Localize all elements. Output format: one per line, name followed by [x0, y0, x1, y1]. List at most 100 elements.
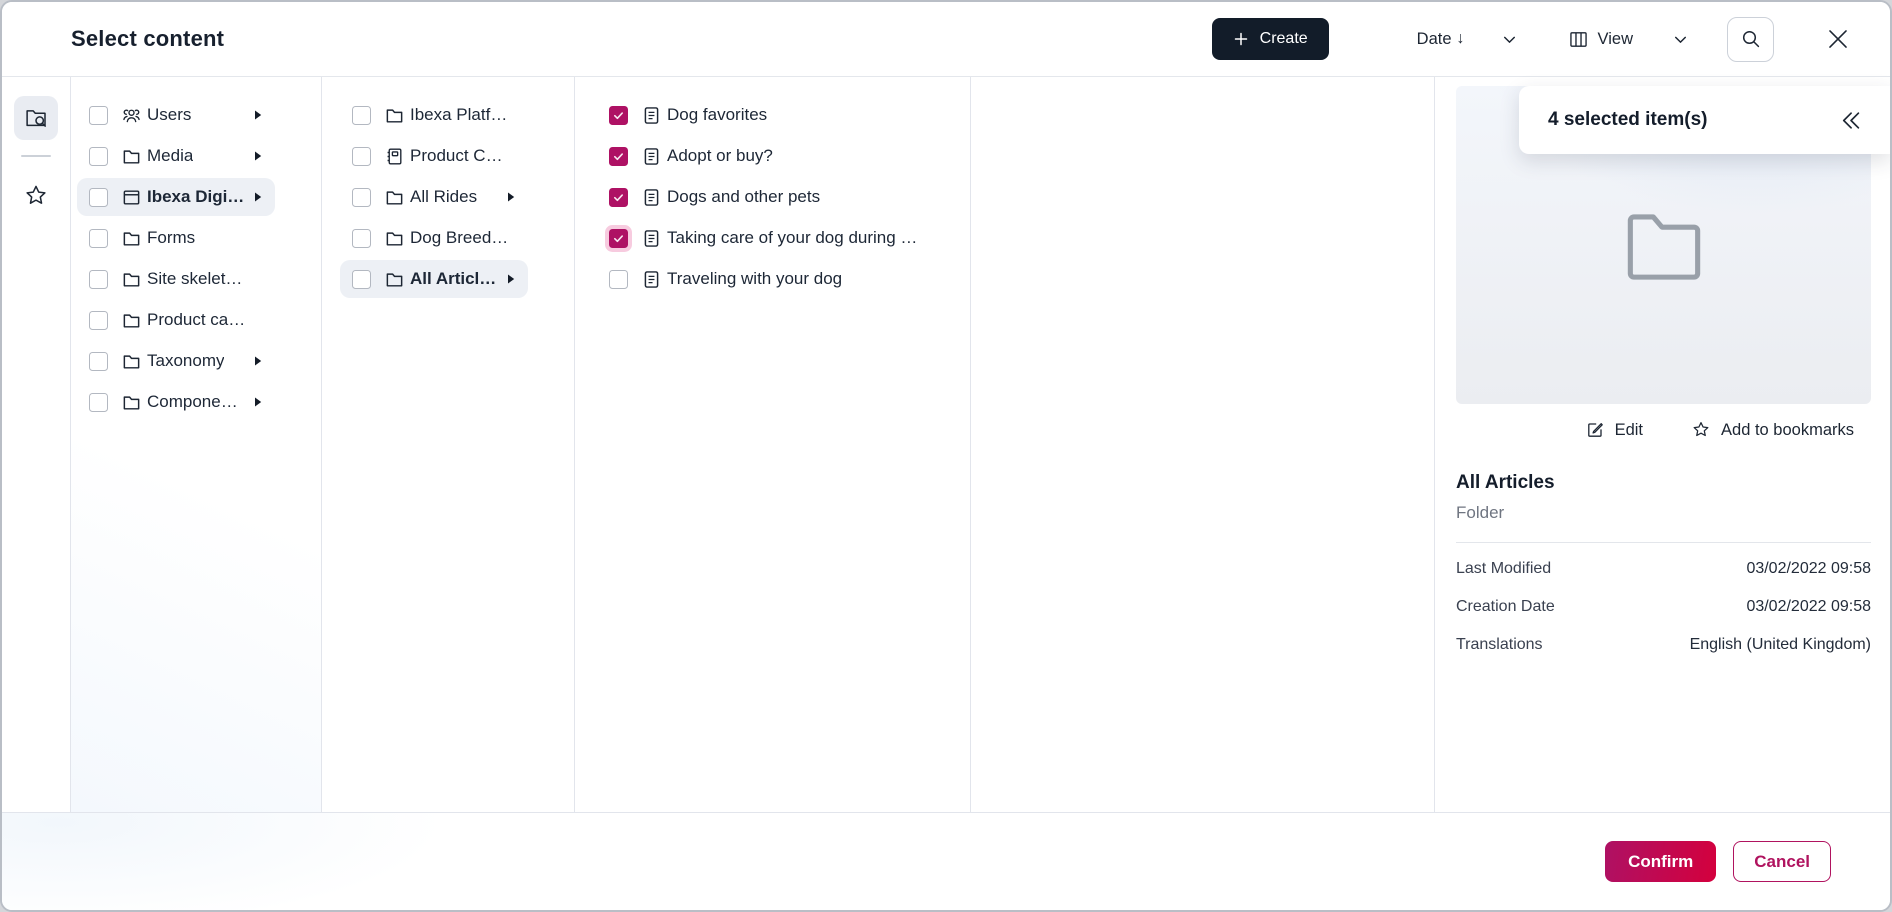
- search-icon: [1740, 28, 1762, 50]
- tree-item[interactable]: All Articles: [340, 260, 528, 298]
- folder-icon: [121, 269, 142, 290]
- tree-item[interactable]: All Rides: [340, 178, 528, 216]
- tree-item[interactable]: Taking care of your dog during …: [597, 219, 962, 257]
- checkbox[interactable]: [609, 147, 628, 166]
- tree-item-label: Users: [147, 105, 191, 125]
- article-icon: [641, 228, 662, 249]
- select-content-modal: Select content Create Date ↓ View: [0, 0, 1892, 912]
- edit-button[interactable]: Edit: [1585, 420, 1643, 440]
- tree-item-label: Dogs and other pets: [667, 187, 820, 207]
- confirm-button[interactable]: Confirm: [1605, 841, 1716, 882]
- search-button[interactable]: [1727, 17, 1774, 62]
- checkbox[interactable]: [89, 393, 108, 412]
- chevron-right-icon: [245, 150, 263, 162]
- folder-icon: [121, 228, 142, 249]
- star-icon: [23, 183, 49, 209]
- checkbox[interactable]: [89, 352, 108, 371]
- meta-value: 03/02/2022 09:58: [1746, 560, 1871, 578]
- folder-icon: [121, 310, 142, 331]
- checkbox[interactable]: [89, 311, 108, 330]
- tree-item-label: Site skelet…: [147, 269, 242, 289]
- checkbox[interactable]: [352, 270, 371, 289]
- checkbox[interactable]: [89, 188, 108, 207]
- folder-icon: [384, 187, 405, 208]
- chevron-right-icon: [245, 355, 263, 367]
- tree-item[interactable]: Product ca…: [77, 301, 275, 339]
- tree-item[interactable]: Adopt or buy?: [597, 137, 962, 175]
- tree-item[interactable]: Site skelet…: [77, 260, 275, 298]
- folder-icon: [384, 105, 405, 126]
- tree-item-label: Ibexa Platf…: [410, 105, 507, 125]
- article-icon: [641, 269, 662, 290]
- checkbox[interactable]: [89, 147, 108, 166]
- checkbox[interactable]: [609, 188, 628, 207]
- close-icon: [1823, 24, 1853, 54]
- folder-icon: [121, 392, 142, 413]
- cancel-button[interactable]: Cancel: [1733, 841, 1831, 882]
- edit-icon: [1585, 420, 1605, 440]
- modal-header: Select content Create Date ↓ View: [2, 2, 1890, 77]
- tree-item-label: Dog favorites: [667, 105, 767, 125]
- content-meta: All Articles Folder Last Modified 03/02/…: [1456, 472, 1871, 664]
- checkbox[interactable]: [352, 229, 371, 248]
- checkbox[interactable]: [609, 229, 628, 248]
- sort-direction-icon: ↓: [1457, 30, 1465, 48]
- checkbox[interactable]: [352, 188, 371, 207]
- browse-content-tab[interactable]: [14, 96, 58, 140]
- tree-item[interactable]: Forms: [77, 219, 275, 257]
- meta-label: Translations: [1456, 636, 1543, 654]
- bookmarks-tab[interactable]: [14, 174, 58, 218]
- tree-item[interactable]: Dogs and other pets: [597, 178, 962, 216]
- article-icon: [641, 146, 662, 167]
- checkbox[interactable]: [89, 106, 108, 125]
- add-to-bookmarks-button[interactable]: Add to bookmarks: [1691, 420, 1854, 440]
- close-button[interactable]: [1820, 21, 1856, 57]
- tree-item-label: All Articles: [410, 269, 498, 289]
- chevron-right-icon: [245, 396, 263, 408]
- create-button[interactable]: Create: [1212, 18, 1329, 60]
- double-chevron-left-icon: [1837, 107, 1864, 134]
- folder-icon: [1613, 194, 1715, 296]
- tree-item[interactable]: Ibexa Digi…: [77, 178, 275, 216]
- tree-item[interactable]: Traveling with your dog: [597, 260, 962, 298]
- tree-item-label: Compone…: [147, 392, 238, 412]
- tree-item[interactable]: Compone…: [77, 383, 275, 421]
- collapse-panel-button[interactable]: [1837, 107, 1864, 134]
- tree-item-label: Taking care of your dog during …: [667, 228, 917, 248]
- tree-item[interactable]: Taxonomy: [77, 342, 275, 380]
- checkbox[interactable]: [89, 270, 108, 289]
- tree-item-label: Dog Breed…: [410, 228, 508, 248]
- checkbox[interactable]: [352, 106, 371, 125]
- tree-item-label: Ibexa Digi…: [147, 187, 244, 207]
- tree-item-label: Traveling with your dog: [667, 269, 842, 289]
- view-dropdown-label: View: [1598, 30, 1633, 49]
- tree-item-label: Product ca…: [147, 310, 245, 330]
- chevron-down-icon: [1501, 31, 1518, 48]
- tree-item[interactable]: Dog Breed…: [340, 219, 528, 257]
- view-dropdown[interactable]: View: [1568, 29, 1689, 50]
- meta-row: Creation Date 03/02/2022 09:58: [1456, 588, 1871, 626]
- tree-column-4: [971, 77, 1435, 812]
- tree-item[interactable]: Dog favorites: [597, 96, 962, 134]
- rail-divider: [21, 155, 51, 157]
- checkbox[interactable]: [609, 106, 628, 125]
- sort-dropdown-label: Date: [1417, 30, 1452, 49]
- article-icon: [641, 187, 662, 208]
- selected-count-label: 4 selected item(s): [1548, 109, 1707, 131]
- meta-divider: [1456, 542, 1871, 543]
- tree-item[interactable]: Users: [77, 96, 275, 134]
- checkbox[interactable]: [609, 270, 628, 289]
- view-columns-icon: [1568, 29, 1589, 50]
- checkbox[interactable]: [352, 147, 371, 166]
- checkbox[interactable]: [89, 229, 108, 248]
- left-rail: [2, 77, 71, 812]
- tree-item[interactable]: Media: [77, 137, 275, 175]
- create-button-label: Create: [1260, 30, 1308, 48]
- tree-item[interactable]: Ibexa Platf…: [340, 96, 528, 134]
- tree-item[interactable]: Product C…: [340, 137, 528, 175]
- chevron-right-icon: [245, 191, 263, 203]
- add-to-bookmarks-label: Add to bookmarks: [1721, 421, 1854, 440]
- sort-dropdown[interactable]: Date ↓: [1417, 30, 1518, 49]
- tree-item-label: All Rides: [410, 187, 477, 207]
- plus-icon: [1233, 31, 1249, 47]
